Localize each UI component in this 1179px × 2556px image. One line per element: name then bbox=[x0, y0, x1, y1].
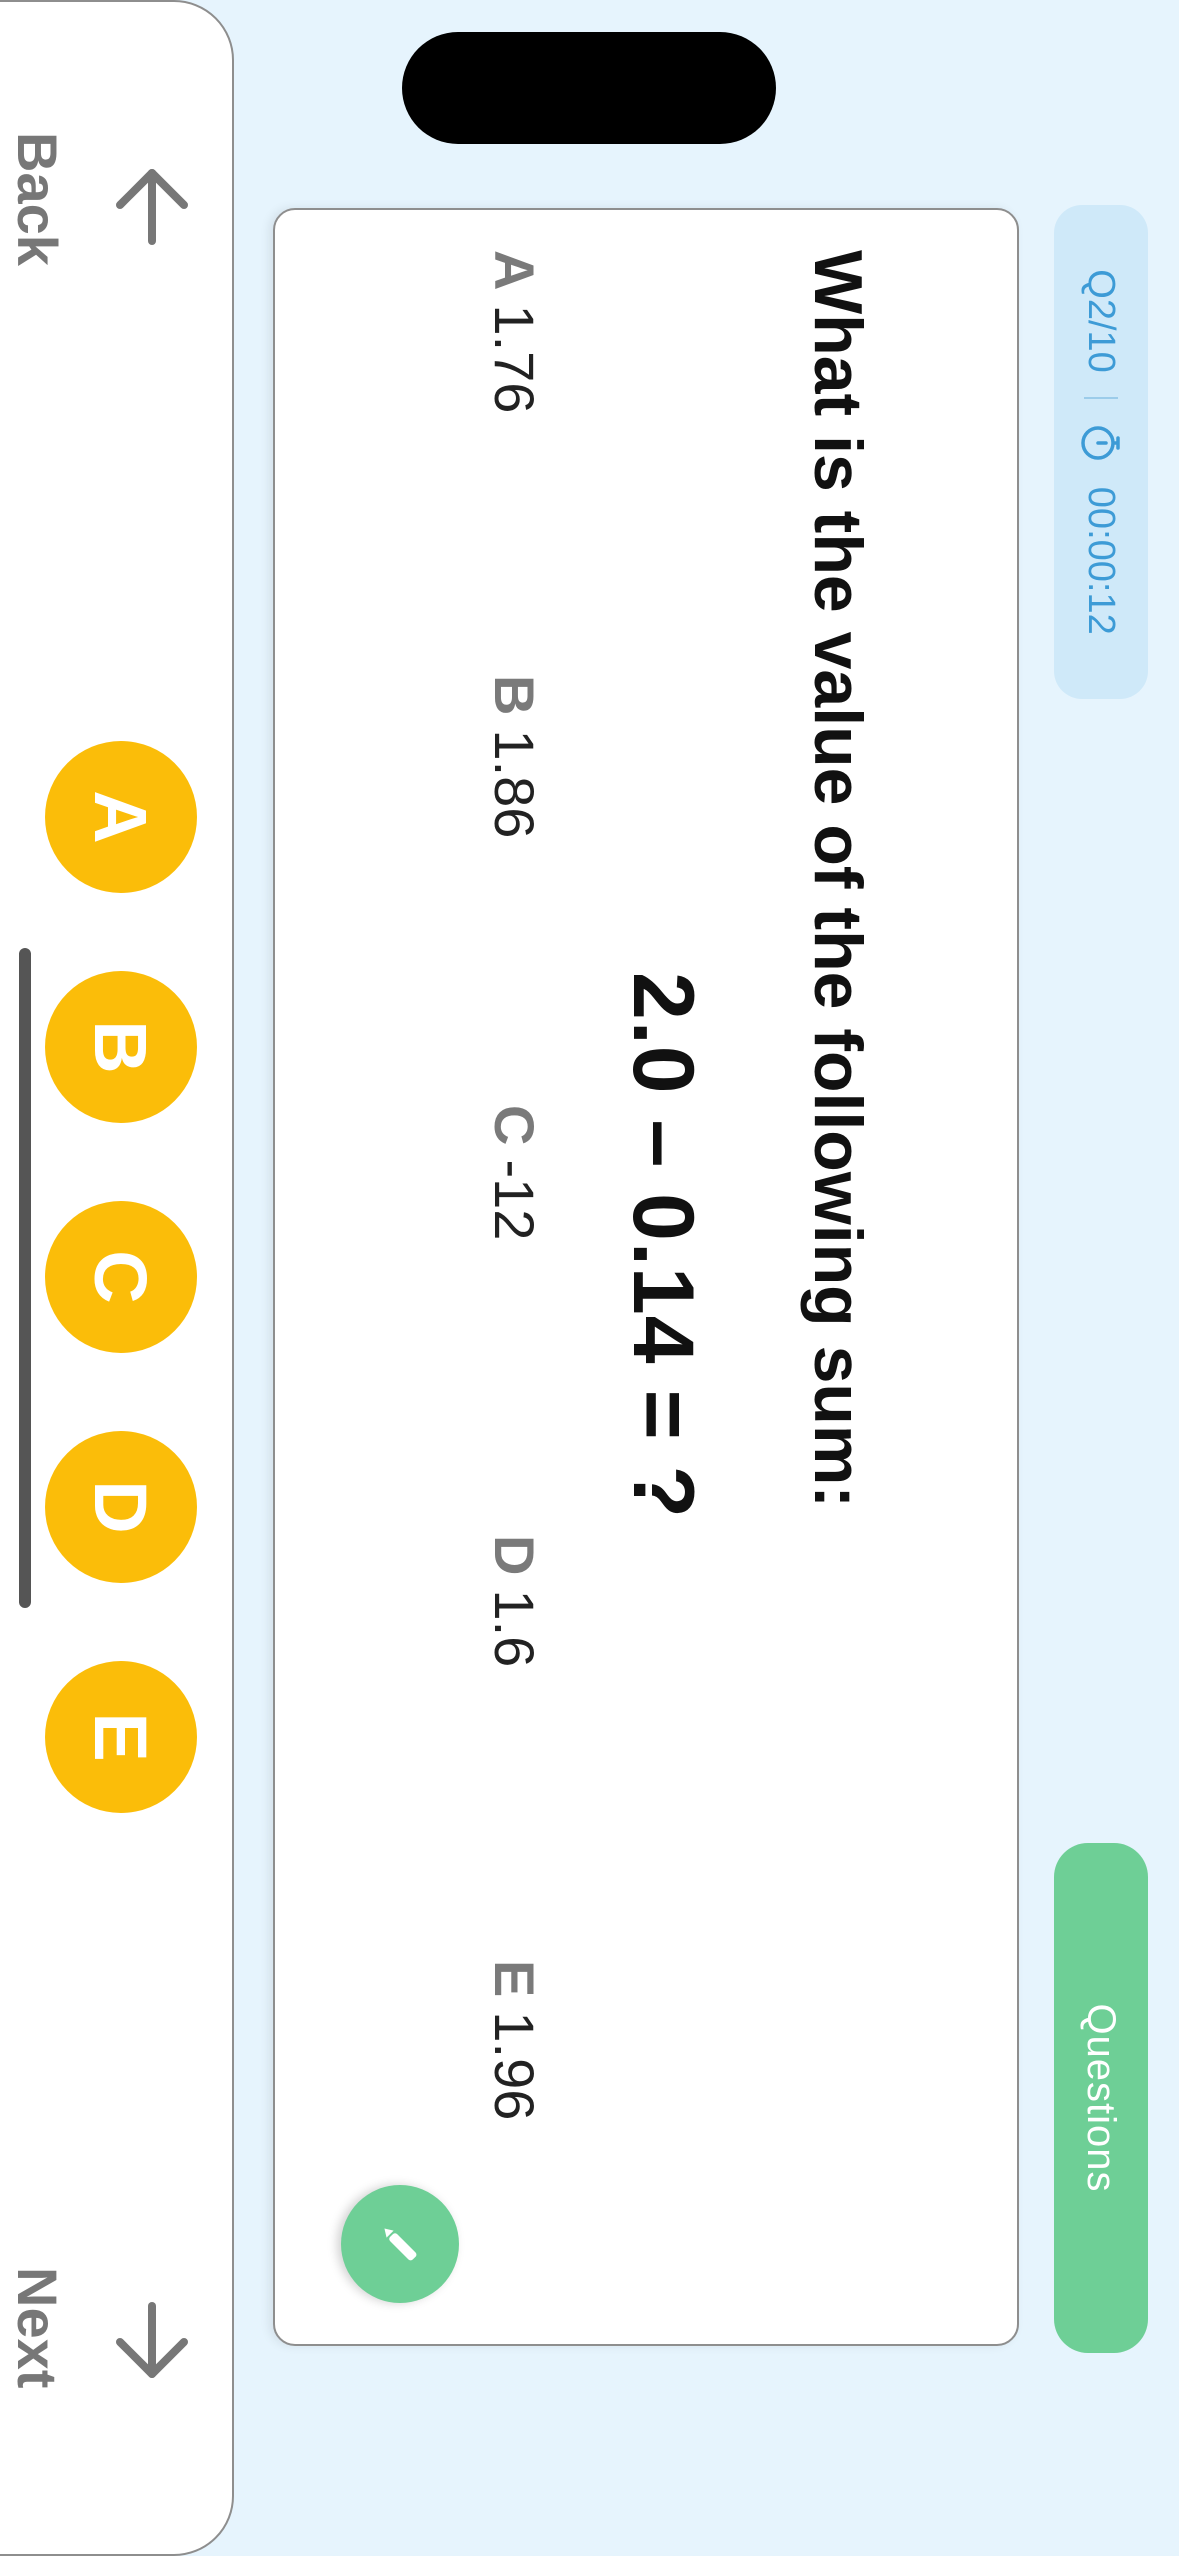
choice-a: A 1.76 bbox=[482, 250, 547, 413]
answer-button-c[interactable]: C bbox=[45, 1201, 197, 1353]
choice-letter: E bbox=[483, 1960, 546, 1998]
arrow-right-icon bbox=[116, 2302, 188, 2378]
choice-value: 1.96 bbox=[483, 2011, 546, 2121]
choice-letter: A bbox=[483, 250, 546, 291]
questions-button[interactable]: Questions bbox=[1054, 1843, 1148, 2353]
home-indicator[interactable] bbox=[19, 948, 31, 1608]
choice-letter: B bbox=[483, 675, 546, 716]
choice-b: B 1.86 bbox=[482, 675, 547, 838]
answer-button-a[interactable]: A bbox=[45, 741, 197, 893]
choice-value: 1.76 bbox=[483, 304, 546, 414]
choice-d: D 1.6 bbox=[482, 1535, 547, 1667]
status-pill: Q2/10 00:00:12 bbox=[1054, 205, 1148, 699]
choice-value: -12 bbox=[483, 1159, 546, 1241]
arrow-left-icon bbox=[116, 169, 188, 245]
divider bbox=[1084, 396, 1118, 399]
edit-button[interactable] bbox=[341, 2185, 459, 2303]
choice-e: E 1.96 bbox=[482, 1960, 547, 2120]
question-equation: 2.0 – 0.14 = ? bbox=[615, 972, 711, 1520]
answer-button-b[interactable]: B bbox=[45, 971, 197, 1123]
back-button[interactable]: Back bbox=[0, 132, 232, 277]
camera-notch bbox=[402, 32, 776, 144]
next-label: Next bbox=[6, 2267, 69, 2389]
answer-button-d[interactable]: D bbox=[45, 1431, 197, 1583]
timer-icon bbox=[1081, 426, 1120, 460]
back-label: Back bbox=[6, 132, 69, 266]
question-title: What is the value of the following sum: bbox=[800, 250, 876, 1509]
choice-letter: D bbox=[483, 1535, 546, 1576]
choice-value: 1.6 bbox=[483, 1589, 546, 1668]
question-card: What is the value of the following sum: … bbox=[273, 208, 1019, 2346]
quiz-screen: Q2/10 00:00:12 Questions What is the val… bbox=[0, 0, 1179, 2556]
next-button[interactable]: Next bbox=[0, 2267, 232, 2412]
choice-value: 1.86 bbox=[483, 729, 546, 839]
choice-c: C -12 bbox=[482, 1105, 547, 1240]
question-counter: Q2/10 bbox=[1080, 269, 1123, 373]
choice-letter: C bbox=[483, 1105, 546, 1146]
timer-value: 00:00:12 bbox=[1080, 486, 1123, 635]
answer-button-e[interactable]: E bbox=[45, 1661, 197, 1813]
pencil-icon bbox=[384, 2228, 417, 2261]
